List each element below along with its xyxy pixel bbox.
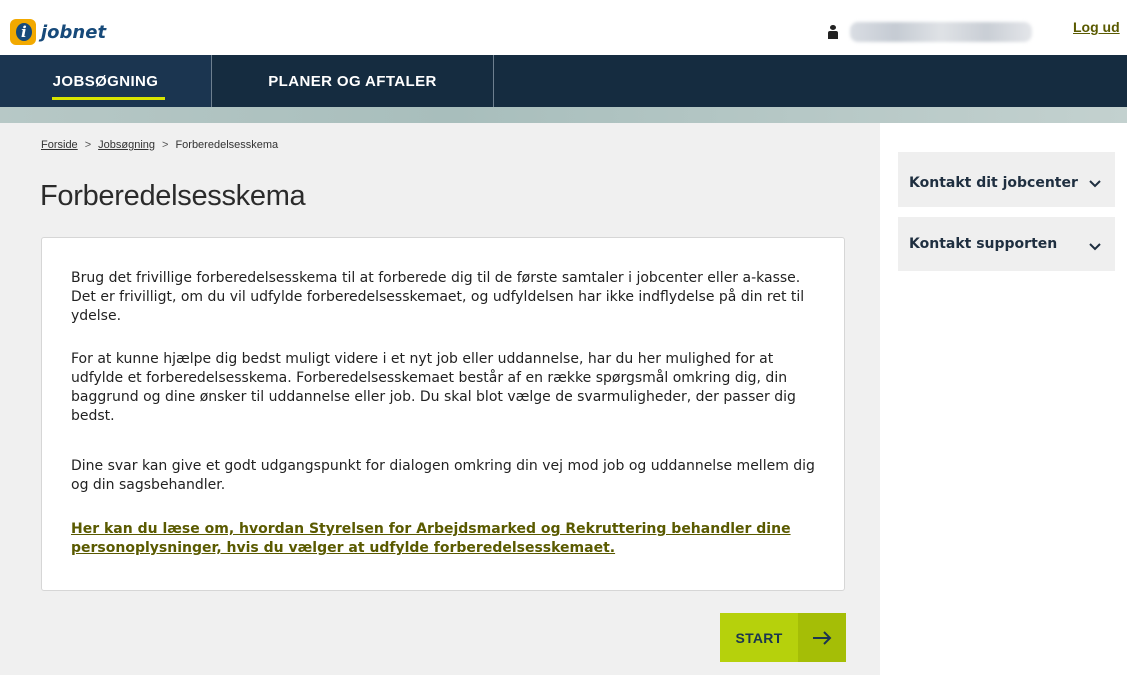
sidebar-item-kontakt-supporten[interactable]: Kontakt supporten bbox=[898, 217, 1115, 271]
logo-letter: i bbox=[21, 23, 27, 41]
top-header: i jobnet Log ud bbox=[0, 0, 1127, 55]
start-button[interactable]: START bbox=[720, 613, 846, 662]
breadcrumb-current: Forberedelsesskema bbox=[175, 139, 279, 151]
sidebar-item-label: Kontakt supporten bbox=[909, 236, 1058, 252]
sidebar-item-label: Kontakt dit jobcenter bbox=[909, 175, 1078, 191]
intro-paragraph-3: Dine svar kan give et godt udgangspunkt … bbox=[71, 458, 815, 493]
tab-planer-og-aftaler-label: PLANER OG AFTALER bbox=[268, 72, 437, 90]
logout-link[interactable]: Log ud bbox=[1073, 19, 1120, 35]
breadcrumb: Forside > Jobsøgning > Forberedelsesskema bbox=[41, 139, 278, 151]
active-tab-indicator bbox=[52, 97, 165, 100]
logo-text: jobnet bbox=[41, 21, 107, 43]
user-name-redacted bbox=[850, 22, 1032, 42]
tab-planer-og-aftaler[interactable]: PLANER OG AFTALER bbox=[212, 55, 494, 107]
breadcrumb-separator: > bbox=[84, 139, 92, 151]
breadcrumb-jobsogning[interactable]: Jobsøgning bbox=[98, 139, 155, 151]
start-button-label: START bbox=[735, 629, 783, 646]
breadcrumb-separator: > bbox=[162, 139, 169, 151]
sidebar-item-kontakt-jobcenter[interactable]: Kontakt dit jobcenter bbox=[898, 152, 1115, 207]
decorative-band bbox=[0, 107, 1127, 123]
chevron-down-icon bbox=[1089, 239, 1101, 255]
user-icon bbox=[828, 25, 838, 39]
chevron-down-icon bbox=[1089, 176, 1101, 192]
user-info bbox=[828, 22, 1032, 42]
jobnet-logo[interactable]: i jobnet bbox=[10, 19, 107, 45]
breadcrumb-forside[interactable]: Forside bbox=[41, 139, 78, 151]
tab-jobsogning-label: JOBSØGNING bbox=[52, 72, 159, 90]
arrow-right-icon bbox=[798, 613, 846, 662]
tab-jobsogning[interactable]: JOBSØGNING bbox=[0, 55, 212, 107]
privacy-link[interactable]: Her kan du læse om, hvordan Styrelsen fo… bbox=[71, 520, 816, 558]
main-navigation: JOBSØGNING PLANER OG AFTALER bbox=[0, 55, 1127, 107]
intro-card: Brug det frivillige forberedelsesskema t… bbox=[41, 237, 845, 591]
jobnet-logo-icon: i bbox=[10, 19, 36, 45]
intro-paragraph-2: For at kunne hjælpe dig bedst muligt vid… bbox=[71, 351, 796, 424]
page-title: Forberedelsesskema bbox=[40, 180, 306, 212]
intro-paragraph-1: Brug det frivillige forberedelsesskema t… bbox=[71, 270, 805, 324]
